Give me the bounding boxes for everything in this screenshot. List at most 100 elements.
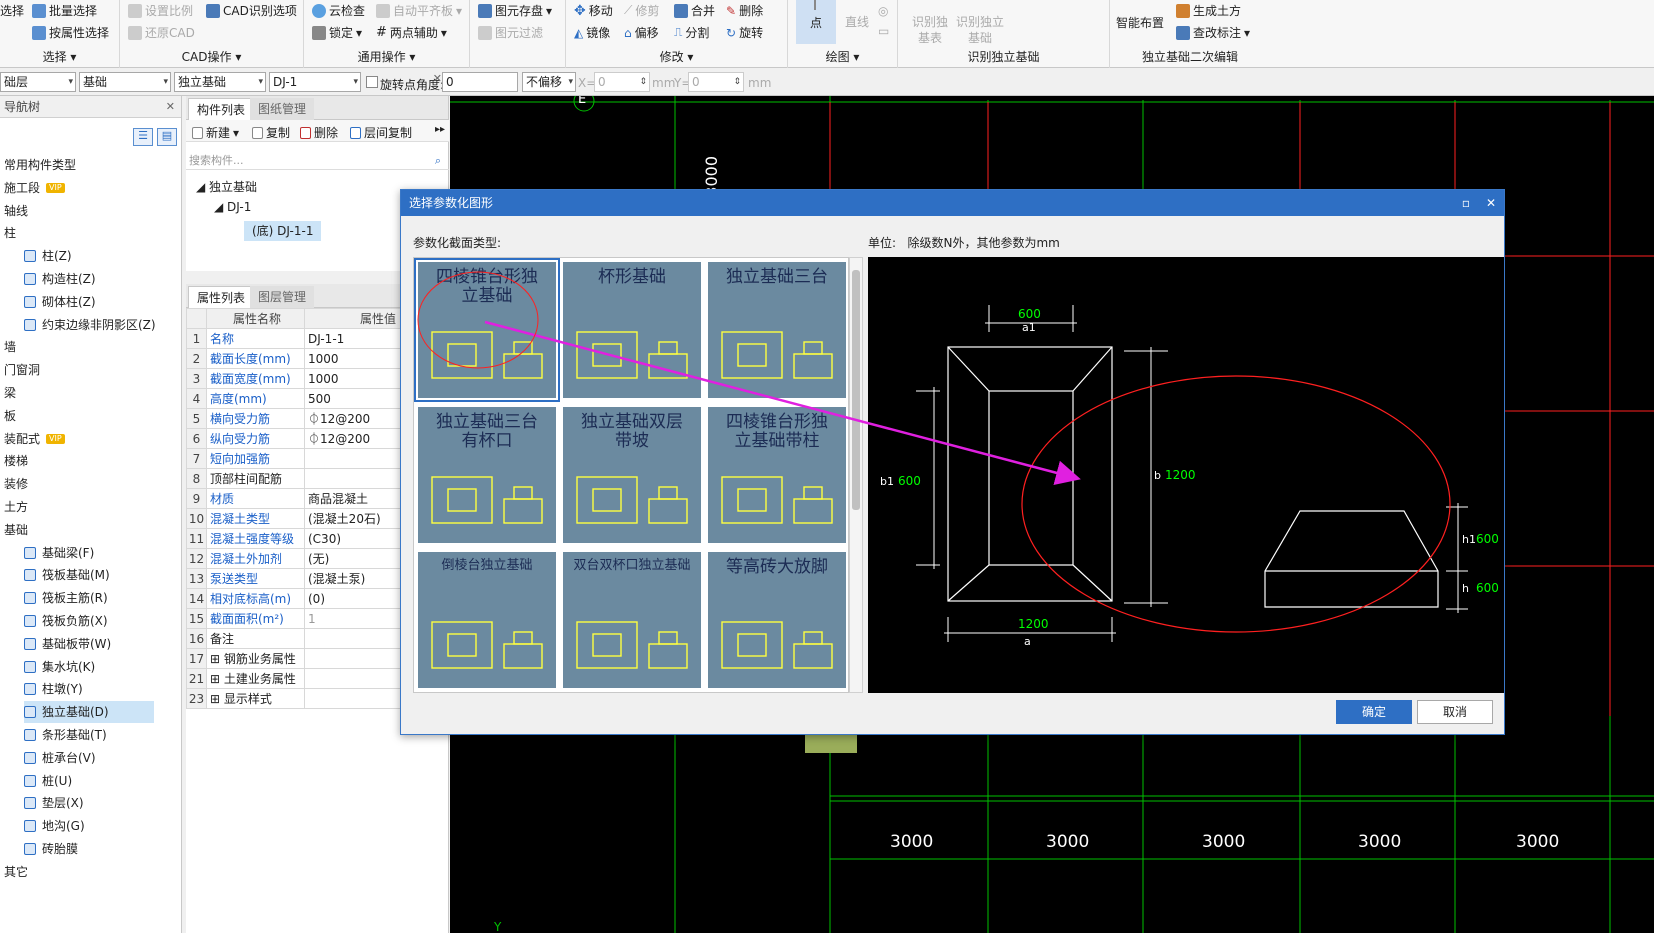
x-input[interactable]: 0 ⇕	[594, 72, 650, 92]
offset-select[interactable]: 不偏移 ▾	[522, 72, 576, 92]
floor-select[interactable]: 础层 ▾	[0, 72, 76, 92]
nav-item[interactable]: 楼梯	[4, 450, 28, 472]
nav-item[interactable]: 装配式 VIP	[4, 428, 65, 450]
tree-node-dj1[interactable]: ◢ DJ-1	[214, 200, 251, 214]
cloud-check-button[interactable]: 云检查	[312, 2, 365, 19]
nav-item[interactable]: 筏板基础(M)	[24, 564, 110, 586]
circle-tool-icon[interactable]: ◎	[878, 4, 888, 18]
nav-item[interactable]: 垫层(X)	[24, 792, 84, 814]
ident-foundation-button[interactable]: 识别独立基础	[954, 14, 1006, 46]
point-tool-button[interactable]: 点	[796, 0, 836, 44]
nav-item[interactable]: 土方	[4, 496, 28, 518]
nav-item[interactable]: 其它	[4, 861, 28, 883]
nav-item[interactable]: 墙	[4, 336, 16, 358]
rect-tool-icon[interactable]: ▭	[878, 24, 889, 38]
group-title-modify[interactable]: 修改 ▾	[566, 48, 787, 65]
shape-thumbnail[interactable]: 杯形基础	[563, 262, 701, 398]
nav-item[interactable]: 桩承台(V)	[24, 747, 96, 769]
group-title-common[interactable]: 通用操作 ▾	[304, 48, 469, 65]
nav-item[interactable]: 柱(Z)	[24, 245, 72, 267]
list-view-icon[interactable]: ☰	[133, 128, 153, 146]
delete-component-button[interactable]: 删除	[300, 124, 338, 141]
nav-item[interactable]: 门窗洞	[4, 359, 40, 381]
nav-item[interactable]: 梁	[4, 382, 16, 404]
nav-item[interactable]: 独立基础(D)	[24, 701, 154, 724]
nav-item[interactable]: 装修	[4, 473, 28, 495]
tree-node-root[interactable]: ◢ 独立基础	[196, 178, 257, 195]
floor-copy-button[interactable]: 层间复制	[350, 124, 412, 141]
batch-select-button[interactable]: 批量选择	[32, 2, 97, 19]
save-element-button[interactable]: 图元存盘 ▾	[478, 2, 552, 19]
nav-item[interactable]: 基础	[4, 519, 28, 541]
merge-button[interactable]: 合并	[674, 2, 715, 19]
tab-drawing-manage[interactable]: 图纸管理	[250, 98, 315, 120]
offset-button[interactable]: ⌂ 偏移	[624, 24, 659, 41]
close-icon[interactable]: ✕	[1486, 190, 1496, 216]
group-title-cad[interactable]: CAD操作 ▾	[120, 48, 303, 65]
component-select[interactable]: DJ-1 ▾	[269, 72, 361, 92]
shape-thumbnail[interactable]: 双台双杯口独立基础	[563, 552, 701, 688]
shape-thumbnail[interactable]: 四棱锥台形独立基础	[414, 258, 560, 402]
type-select[interactable]: 独立基础 ▾	[174, 72, 266, 92]
tab-property-list[interactable]: 属性列表	[188, 286, 255, 308]
new-button[interactable]: 新建 ▾	[192, 124, 239, 141]
gallery-scrollbar[interactable]	[849, 257, 863, 693]
nav-item[interactable]: 集水坑(K)	[24, 656, 95, 678]
tab-layer-manage[interactable]: 图层管理	[250, 286, 315, 308]
y-input[interactable]: 0 ⇕	[688, 72, 744, 92]
scrollbar-thumb[interactable]	[852, 270, 860, 510]
nav-item[interactable]: 轴线	[4, 200, 28, 222]
more-icon[interactable]: ▸▸	[435, 124, 445, 135]
nav-item[interactable]: 板	[4, 405, 16, 427]
nav-item[interactable]: 地沟(G)	[24, 815, 85, 837]
close-icon[interactable]: ✕	[166, 96, 175, 118]
delete-button[interactable]: ✎ 删除	[726, 2, 763, 19]
rotate-checkbox[interactable]	[366, 76, 378, 88]
move-button[interactable]: ✥ 移动	[574, 2, 613, 19]
line-tool-button[interactable]: 直线	[842, 14, 872, 30]
ok-button[interactable]: 确定	[1336, 700, 1412, 724]
expand-icon[interactable]: ⊞	[210, 672, 224, 686]
tab-component-list[interactable]: 构件列表	[188, 98, 255, 120]
nav-item[interactable]: 常用构件类型	[4, 154, 76, 176]
set-scale-button[interactable]: 设置比例	[128, 2, 193, 19]
cancel-button[interactable]: 取消	[1417, 700, 1493, 724]
nav-item[interactable]: 砖胎膜	[24, 838, 78, 860]
nav-item[interactable]: 施工段 VIP	[4, 177, 65, 199]
attr-select-button[interactable]: 按属性选择	[32, 24, 109, 41]
shape-thumbnail[interactable]: 四棱锥台形独立基础带柱	[708, 407, 846, 543]
shape-thumbnail[interactable]: 倒棱台独立基础	[418, 552, 556, 688]
auto-align-button[interactable]: 自动平齐板 ▾	[376, 2, 462, 19]
cad-options-button[interactable]: CAD识别选项	[206, 2, 297, 19]
nav-item[interactable]: 条形基础(T)	[24, 724, 107, 746]
shape-thumbnail[interactable]: 独立基础三台有杯口	[418, 407, 556, 543]
expand-icon[interactable]: ⊞	[210, 692, 224, 706]
nav-item[interactable]: 柱墩(Y)	[24, 678, 83, 700]
nav-item[interactable]: 桩(U)	[24, 770, 72, 792]
restore-cad-button[interactable]: 还原CAD	[128, 24, 195, 41]
grid-view-icon[interactable]: ▤	[157, 128, 177, 146]
check-label-button[interactable]: 查改标注 ▾	[1176, 24, 1250, 41]
shape-thumbnail[interactable]: 等高砖大放脚	[708, 552, 846, 688]
component-search-input[interactable]: 搜索构件... ⌕	[186, 152, 449, 170]
lock-button[interactable]: 锁定 ▾	[312, 24, 362, 41]
nav-item[interactable]: 基础板带(W)	[24, 633, 111, 655]
nav-item[interactable]: 构造柱(Z)	[24, 268, 96, 290]
gen-earth-button[interactable]: 生成土方	[1176, 2, 1241, 19]
trim-button[interactable]: ⟋ 修剪	[624, 2, 659, 19]
ident-table-button[interactable]: 识别独基表	[910, 14, 950, 46]
tree-node-dj1-1[interactable]: (底) DJ-1-1	[244, 221, 322, 241]
nav-item[interactable]: 砌体柱(Z)	[24, 291, 96, 313]
filter-button[interactable]: 图元过滤	[478, 24, 543, 41]
expand-icon[interactable]: ⊞	[210, 652, 224, 666]
nav-item[interactable]: 基础梁(F)	[24, 542, 94, 564]
split-button[interactable]: ⎍ 分割	[674, 24, 709, 41]
nav-item[interactable]: 柱	[4, 222, 16, 244]
angle-input[interactable]: 0	[442, 72, 518, 92]
nav-item[interactable]: 筏板主筋(R)	[24, 587, 108, 609]
close-icon[interactable]: ✕	[433, 72, 442, 85]
nav-item[interactable]: 筏板负筋(X)	[24, 610, 108, 632]
group-title-select[interactable]: 选择 ▾	[0, 48, 119, 65]
category-select[interactable]: 基础 ▾	[79, 72, 171, 92]
select-button[interactable]: 选择	[0, 2, 24, 19]
